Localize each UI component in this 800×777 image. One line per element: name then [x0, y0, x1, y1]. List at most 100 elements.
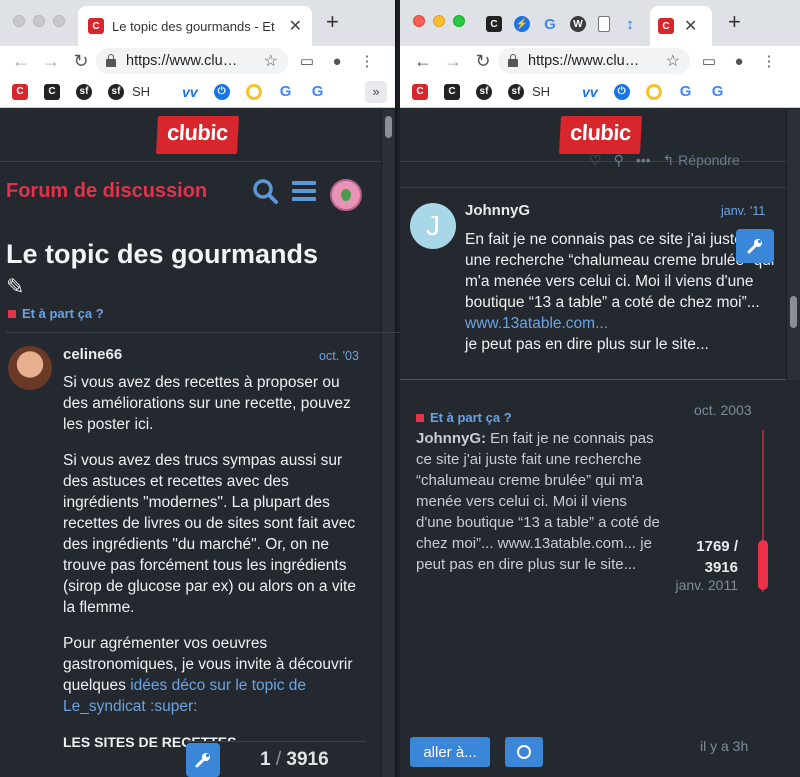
- post-text: En fait je ne connais pas ce site j'ai j…: [465, 231, 775, 311]
- google-bookmark-icon[interactable]: G: [278, 83, 294, 100]
- clubic-dark-bookmark-icon[interactable]: C: [444, 83, 460, 100]
- clubic-dark-bookmark-icon[interactable]: C: [44, 83, 60, 100]
- hamburger-menu-icon[interactable]: [292, 180, 316, 209]
- bookmark-sh[interactable]: sf SH: [108, 83, 150, 100]
- clubic-bookmark-icon[interactable]: C: [412, 83, 428, 100]
- post-date[interactable]: janv. '11: [721, 204, 765, 218]
- forum-title[interactable]: Forum de discussion: [6, 180, 207, 203]
- lightning-tab-icon[interactable]: ⚡: [514, 16, 530, 32]
- like-icon[interactable]: ♡: [589, 152, 602, 169]
- reload-button[interactable]: ↻: [468, 51, 498, 72]
- google-bookmark-2-icon[interactable]: G: [710, 83, 726, 100]
- back-button[interactable]: ←: [6, 51, 36, 72]
- browser-toolbar: ← → ↻ https://www.clu… ☆ ▭ ● ⋮: [0, 46, 395, 76]
- edit-pencil-icon[interactable]: ✎: [6, 274, 24, 300]
- address-bar[interactable]: https://www.clu… ☆: [96, 48, 288, 74]
- post-date[interactable]: oct. '03: [319, 349, 359, 363]
- site-link[interactable]: www.13atable.com...: [465, 313, 781, 334]
- reply-label: Répondre: [678, 152, 740, 168]
- address-bar[interactable]: https://www.clu… ☆: [498, 48, 690, 74]
- wrench-admin-button[interactable]: [736, 229, 774, 263]
- clubic-logo[interactable]: clubic: [558, 115, 642, 154]
- notification-level-button[interactable]: [505, 737, 543, 767]
- right-browser-window: C ⚡ G W ↕ C ✕ + ← → ↻ https://www.clu… ☆…: [400, 0, 800, 777]
- clubic-favicon-icon: C: [658, 18, 674, 34]
- right-scrollbar[interactable]: [786, 110, 800, 380]
- forward-button[interactable]: →: [438, 51, 468, 72]
- bookmark-star-icon[interactable]: ☆: [666, 51, 680, 71]
- document-tab-icon[interactable]: [598, 16, 610, 32]
- tab-topic[interactable]: C Le topic des gourmands - Et à ✕: [78, 6, 312, 46]
- timeline-start-date[interactable]: oct. 2003: [694, 402, 752, 418]
- left-scrollbar[interactable]: [381, 110, 395, 777]
- minimize-window-button[interactable]: [33, 15, 45, 27]
- topic-title: Le topic des gourmands: [6, 239, 319, 269]
- vw-bookmark-icon[interactable]: vv: [582, 84, 598, 100]
- bookmarks-overflow-button[interactable]: »: [365, 81, 387, 103]
- back-button[interactable]: ←: [408, 51, 438, 72]
- menu-icon[interactable]: ⋮: [352, 52, 382, 70]
- johnnyg-avatar[interactable]: J: [410, 203, 456, 249]
- zoom-window-button[interactable]: [53, 15, 65, 27]
- user-avatar[interactable]: [330, 178, 362, 211]
- close-window-button[interactable]: [413, 15, 425, 27]
- bookmark-sh[interactable]: sf SH: [508, 83, 550, 100]
- cast-icon[interactable]: ▭: [292, 52, 322, 70]
- reload-button[interactable]: ↻: [66, 51, 96, 72]
- bookmark-star-icon[interactable]: ☆: [264, 51, 278, 71]
- post-username[interactable]: JohnnyG: [465, 202, 530, 219]
- progress-current: 1: [260, 748, 271, 770]
- power-bookmark-icon[interactable]: ⏻: [613, 83, 630, 100]
- forward-button[interactable]: →: [36, 51, 66, 72]
- profile-icon[interactable]: ●: [724, 53, 754, 70]
- category-badge[interactable]: Et à part ça ?: [8, 306, 104, 321]
- wordpress-tab-icon[interactable]: W: [570, 16, 586, 32]
- post-author-avatar[interactable]: [8, 346, 52, 390]
- clubic-bookmark-icon[interactable]: C: [12, 83, 28, 100]
- clubic-logo[interactable]: clubic: [156, 115, 239, 154]
- more-icon[interactable]: •••: [636, 152, 651, 169]
- bookmarks-bar: C C sf sf SH vv ⏻ G G »: [0, 76, 395, 108]
- vw-bookmark-icon[interactable]: vv: [182, 84, 198, 100]
- ring-bookmark-icon[interactable]: [645, 83, 662, 100]
- timeline-position: 1769 / 3916: [696, 538, 738, 576]
- minimize-window-button[interactable]: [433, 15, 445, 27]
- divider: [400, 379, 786, 380]
- wrench-admin-button[interactable]: [186, 742, 220, 777]
- cast-icon[interactable]: ▭: [694, 52, 724, 70]
- menu-icon[interactable]: ⋮: [754, 52, 784, 70]
- reply-button[interactable]: ↰ Répondre: [663, 152, 740, 169]
- new-tab-button[interactable]: +: [728, 11, 741, 33]
- timeline-excerpt[interactable]: JohnnyG: En fait je ne connais pas ce si…: [416, 428, 664, 575]
- ring-bookmark-icon[interactable]: [245, 83, 262, 100]
- right-scrollbar-thumb[interactable]: [790, 296, 797, 328]
- search-icon[interactable]: [252, 178, 278, 211]
- google-bookmark-icon[interactable]: G: [678, 83, 694, 100]
- goto-button[interactable]: aller à...: [410, 737, 490, 767]
- translate-tab-icon[interactable]: ↕: [622, 16, 638, 33]
- close-window-button[interactable]: [13, 15, 25, 27]
- timeline-last-activity[interactable]: il y a 3h: [700, 738, 748, 754]
- new-tab-button[interactable]: +: [326, 11, 339, 33]
- power-bookmark-icon[interactable]: ⏻: [213, 83, 230, 100]
- left-scrollbar-thumb[interactable]: [385, 116, 392, 138]
- symfony-bookmark-icon[interactable]: sf: [476, 83, 492, 100]
- google-tab-icon[interactable]: G: [542, 16, 558, 33]
- zoom-window-button[interactable]: [453, 15, 465, 27]
- close-tab-icon[interactable]: ✕: [684, 16, 697, 36]
- clubic-tab-icon[interactable]: C: [486, 16, 502, 32]
- google-bookmark-2-icon[interactable]: G: [310, 83, 326, 100]
- circle-icon: [517, 745, 531, 759]
- symfony-bookmark-icon[interactable]: sf: [76, 83, 92, 100]
- tab-active[interactable]: C ✕: [650, 6, 712, 46]
- post-username[interactable]: celine66: [63, 346, 122, 363]
- profile-icon[interactable]: ●: [322, 53, 352, 70]
- link-icon[interactable]: ⚲: [614, 152, 624, 169]
- symfony-icon: sf: [108, 83, 124, 100]
- excerpt-text: En fait je ne connais pas ce site j'ai j…: [416, 430, 660, 573]
- timeline-handle[interactable]: [758, 540, 768, 590]
- close-tab-icon[interactable]: ✕: [289, 16, 302, 36]
- window-controls: [13, 15, 65, 27]
- topic-progress[interactable]: 1 / 3916: [260, 749, 329, 771]
- timeline-category[interactable]: Et à part ça ?: [416, 410, 512, 425]
